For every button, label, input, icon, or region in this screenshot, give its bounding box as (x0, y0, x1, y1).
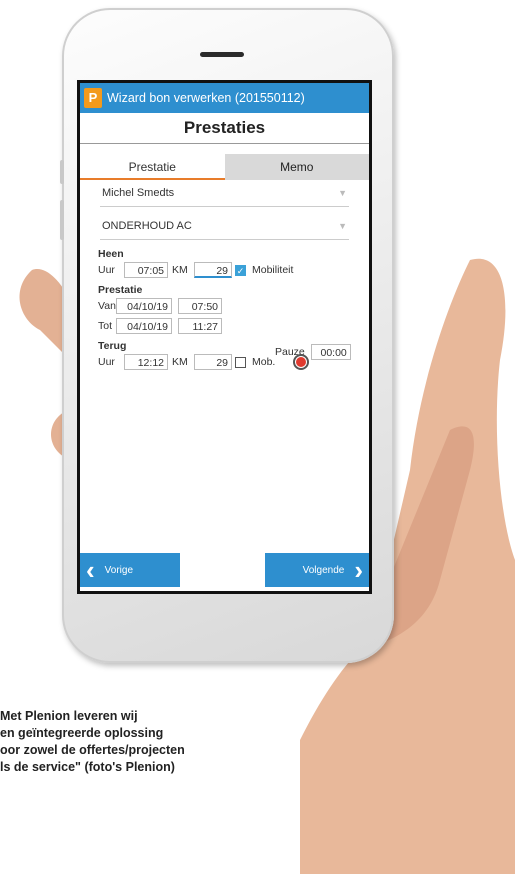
page-title: Prestaties (80, 113, 369, 144)
heen-uur-input[interactable]: 07:05 (124, 262, 168, 278)
prestatie-title: Prestatie (98, 284, 143, 296)
task-select[interactable]: ONDERHOUD AC ▼ (100, 213, 349, 240)
window-title: Wizard bon verwerken (201550112) (107, 91, 305, 105)
heen-section: Heen Uur 07:05 KM 29 ✓ Mobiliteit (98, 248, 351, 280)
uur-label: Uur (98, 264, 115, 276)
van-date-input[interactable]: 04/10/19 (116, 298, 172, 314)
app-screen: P Wizard bon verwerken (201550112) Prest… (77, 80, 372, 594)
volume-button (60, 200, 64, 240)
terug-km-input[interactable]: 29 (194, 354, 232, 370)
uur-label: Uur (98, 356, 115, 368)
speaker-grille (200, 52, 244, 57)
employee-select[interactable]: Michel Smedts ▼ (100, 180, 349, 207)
pauze-input[interactable]: 00:00 (310, 344, 351, 360)
prestatie-section: Prestatie Van 04/10/19 07:50 Tot 04/10/1… (98, 284, 351, 360)
next-label: Volgende (302, 564, 345, 576)
km-label: KM (172, 356, 188, 368)
timer-icon[interactable] (293, 354, 310, 370)
home-button[interactable] (205, 605, 251, 651)
heen-mobiliteit-checkbox[interactable]: ✓ (235, 264, 246, 276)
caption-line-4: ls de service" (foto's Plenion) (0, 760, 175, 774)
side-button (60, 160, 64, 184)
tot-time-input[interactable]: 11:27 (178, 318, 222, 334)
km-label: KM (172, 264, 188, 276)
chevron-down-icon: ▼ (338, 221, 347, 231)
next-button[interactable]: Volgende › (265, 553, 369, 587)
previous-label: Vorige (104, 564, 134, 576)
tab-prestatie[interactable]: Prestatie (80, 154, 225, 180)
wizard-navigation: ‹ Vorige Volgende › (80, 551, 369, 591)
heen-km-input[interactable]: 29 (194, 262, 232, 278)
mob-label: Mob. (252, 356, 276, 368)
previous-button[interactable]: ‹ Vorige (80, 553, 180, 587)
caption-line-3: oor zowel de offertes/projecten (0, 743, 185, 757)
van-time-input[interactable]: 07:50 (178, 298, 222, 314)
mobiliteit-label: Mobiliteit (252, 264, 294, 276)
tot-label: Tot (98, 320, 113, 332)
van-label: Van (98, 300, 116, 312)
tab-memo[interactable]: Memo (224, 154, 369, 180)
chevron-left-icon: ‹ (86, 555, 95, 585)
tab-bar: Prestatie Memo (80, 154, 369, 180)
title-bar: P Wizard bon verwerken (201550112) (80, 83, 369, 113)
employee-value: Michel Smedts (102, 187, 175, 199)
task-value: ONDERHOUD AC (102, 220, 192, 232)
caption-line-2: en geïntegreerde oplossing (0, 726, 164, 740)
tot-date-input[interactable]: 04/10/19 (116, 318, 172, 334)
photo-caption: Met Plenion leveren wij en geïntegreerde… (0, 708, 185, 776)
chevron-right-icon: › (354, 555, 363, 585)
plenion-logo-icon: P (84, 88, 102, 108)
heen-title: Heen (98, 248, 124, 260)
terug-uur-input[interactable]: 12:12 (124, 354, 168, 370)
terug-mob-checkbox[interactable] (235, 356, 246, 368)
chevron-down-icon: ▼ (338, 188, 347, 198)
caption-line-1: Met Plenion leveren wij (0, 709, 138, 723)
